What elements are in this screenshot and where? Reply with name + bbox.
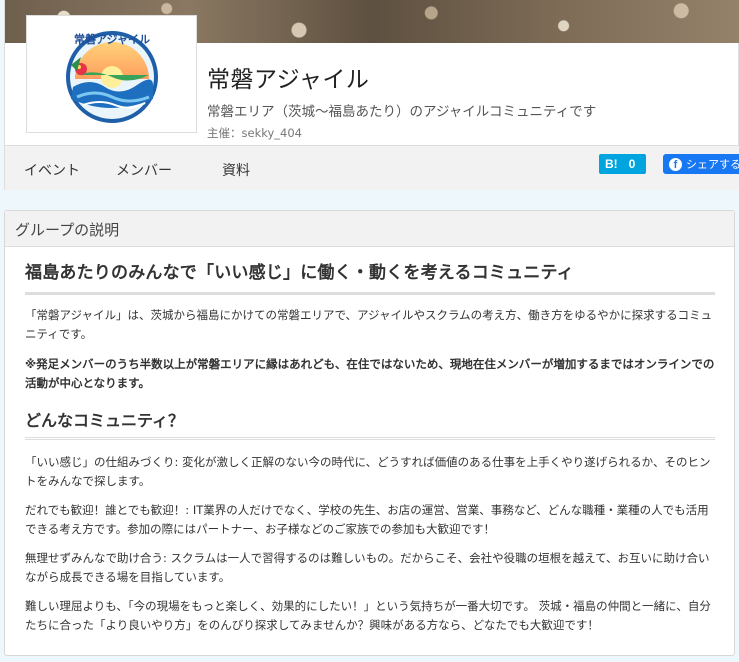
point-text: だれでも歓迎！誰とでも歓迎！: IT業界の人だけでなく、学校の先生、お店の運営、… bbox=[25, 503, 709, 536]
group-nav: イベント メンバー 資料 B! 0 f シェアする bbox=[5, 145, 739, 190]
organizer-name[interactable]: sekky_404 bbox=[242, 126, 302, 140]
description-header: グループの説明 bbox=[5, 211, 734, 247]
hatena-icon: B! bbox=[605, 157, 618, 171]
organizer: 主催：sekky_404 bbox=[207, 125, 302, 141]
wave-logo-icon: 常磐アジャイル bbox=[65, 31, 158, 123]
group-description: グループの説明 福島あたりのみんなで「いい感じ」に働く・動くを考えるコミュニティ… bbox=[4, 210, 735, 656]
group-header: 常磐アジャイル 常磐アジャイル 常磐エリア（茨城〜福島あたり）のアジャイルコミュ… bbox=[4, 0, 739, 190]
organizer-label: 主催： bbox=[207, 126, 242, 140]
sub-heading: どんなコミュニティ？ bbox=[25, 407, 715, 440]
facebook-share-button[interactable]: f シェアする bbox=[663, 154, 739, 174]
hatena-bookmark-button[interactable]: B! 0 bbox=[599, 154, 646, 174]
tab-materials[interactable]: 資料 bbox=[222, 160, 250, 180]
point-text: 無理せずみんなで助け合う: スクラムは一人で習得するのは難しいもの。だからこそ、… bbox=[25, 551, 710, 584]
tab-members[interactable]: メンバー bbox=[116, 160, 172, 180]
facebook-share-label: シェアする bbox=[686, 158, 739, 171]
main-heading: 福島あたりのみんなで「いい感じ」に働く・動くを考えるコミュニティ bbox=[25, 258, 715, 295]
group-title: 常磐アジャイル bbox=[207, 67, 370, 93]
group-subtitle: 常磐エリア（茨城〜福島あたり）のアジャイルコミュニティです bbox=[207, 104, 597, 120]
point-text: 難しい理屈よりも、「今の現場をもっと楽しく、効果的にしたい！」という気持ちが一番… bbox=[25, 599, 711, 632]
svg-text:常磐アジャイル: 常磐アジャイル bbox=[73, 32, 149, 46]
hatena-count: 0 bbox=[628, 157, 636, 171]
description-body: 福島あたりのみんなで「いい感じ」に働く・動くを考えるコミュニティ 「常磐アジャイ… bbox=[5, 258, 734, 635]
facebook-icon: f bbox=[669, 157, 682, 171]
tab-events[interactable]: イベント bbox=[24, 160, 80, 180]
point-text: 「いい感じ」の仕組みづくり: 変化が激しく正解のない今の時代に、どうすれば価値の… bbox=[25, 455, 711, 488]
intro-text: 「常磐アジャイル」は、茨城から福島にかけての常磐エリアで、アジャイルやスクラムの… bbox=[25, 308, 713, 341]
note-text: ※発足メンバーのうち半数以上が常磐エリアに縁はあれども、在住ではないため、現地在… bbox=[25, 357, 715, 390]
group-logo[interactable]: 常磐アジャイル bbox=[26, 15, 197, 133]
